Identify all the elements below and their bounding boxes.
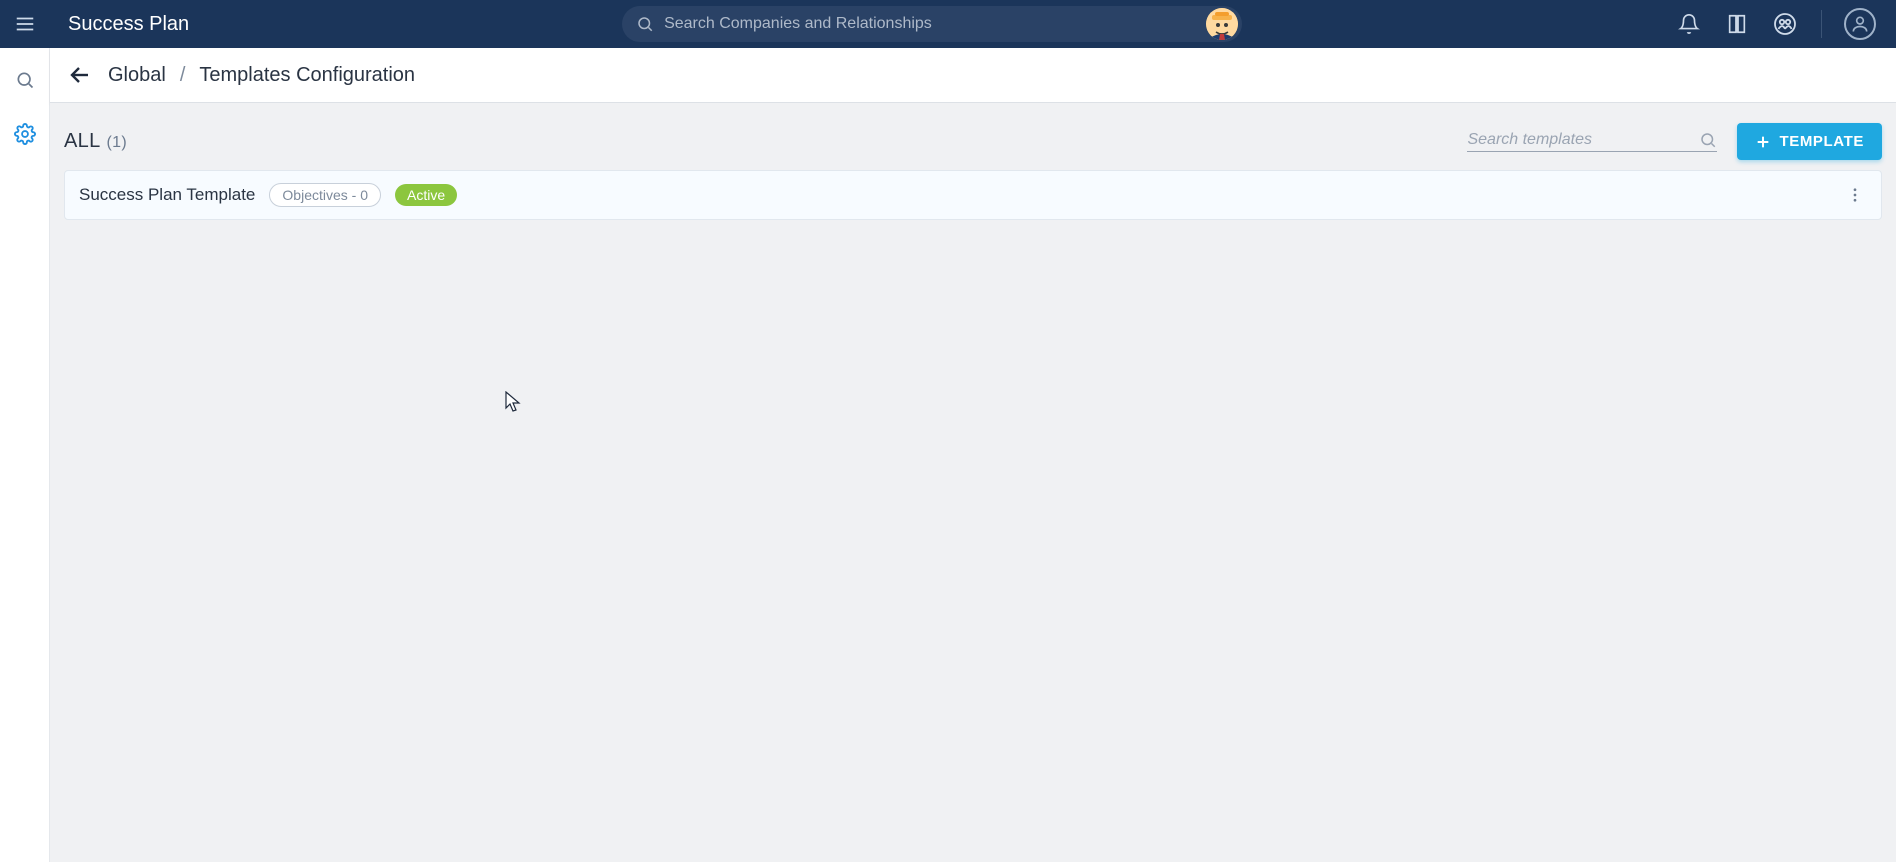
content-header: ALL (1) bbox=[64, 119, 1882, 170]
breadcrumb-root[interactable]: Global bbox=[108, 64, 166, 87]
user-menu-button[interactable] bbox=[1844, 8, 1876, 40]
app-title: Success Plan bbox=[68, 13, 189, 36]
main-area: Global / Templates Configuration ALL (1) bbox=[50, 48, 1896, 862]
bell-icon bbox=[1678, 13, 1700, 35]
add-template-label: TEMPLATE bbox=[1779, 133, 1864, 150]
global-search-input[interactable] bbox=[664, 15, 1228, 33]
people-icon bbox=[1773, 12, 1797, 36]
breadcrumb-bar: Global / Templates Configuration bbox=[50, 48, 1896, 103]
template-name: Success Plan Template bbox=[79, 185, 255, 205]
top-navbar: Success Plan bbox=[0, 0, 1896, 48]
cursor-icon bbox=[505, 391, 521, 413]
section-count: (1) bbox=[107, 134, 127, 152]
assistant-avatar[interactable] bbox=[1206, 8, 1238, 40]
row-actions-button[interactable] bbox=[1843, 183, 1867, 207]
breadcrumb-separator: / bbox=[180, 64, 186, 87]
gear-icon bbox=[14, 123, 36, 145]
hamburger-menu-button[interactable] bbox=[0, 0, 50, 48]
breadcrumb-current: Templates Configuration bbox=[199, 64, 415, 87]
section-title: ALL (1) bbox=[64, 130, 127, 153]
side-rail bbox=[0, 48, 50, 862]
template-list: Success Plan Template Objectives - 0 Act… bbox=[64, 170, 1882, 220]
notifications-button[interactable] bbox=[1675, 10, 1703, 38]
people-button[interactable] bbox=[1771, 10, 1799, 38]
docs-button[interactable] bbox=[1723, 10, 1751, 38]
objectives-badge: Objectives - 0 bbox=[269, 183, 381, 207]
user-icon bbox=[1850, 14, 1870, 34]
template-search-input[interactable] bbox=[1467, 131, 1691, 149]
assistant-avatar-icon bbox=[1206, 8, 1238, 40]
global-search[interactable] bbox=[622, 6, 1242, 42]
plus-icon bbox=[1755, 134, 1771, 150]
rail-search-button[interactable] bbox=[7, 62, 43, 98]
arrow-left-icon bbox=[68, 63, 92, 87]
kebab-icon bbox=[1846, 186, 1864, 204]
navbar-center bbox=[201, 6, 1663, 42]
status-badge: Active bbox=[395, 184, 457, 206]
navbar-right bbox=[1675, 8, 1884, 40]
nav-divider bbox=[1821, 10, 1822, 38]
hamburger-icon bbox=[14, 13, 36, 35]
search-icon bbox=[636, 15, 654, 33]
content-header-right: TEMPLATE bbox=[1467, 123, 1882, 160]
search-icon bbox=[1699, 131, 1717, 149]
template-search[interactable] bbox=[1467, 131, 1717, 152]
content-area: ALL (1) bbox=[50, 103, 1896, 862]
search-icon bbox=[15, 70, 35, 90]
add-template-button[interactable]: TEMPLATE bbox=[1737, 123, 1882, 160]
back-button[interactable] bbox=[66, 61, 94, 89]
app-shell: Global / Templates Configuration ALL (1) bbox=[0, 48, 1896, 862]
rail-settings-button[interactable] bbox=[7, 116, 43, 152]
book-icon bbox=[1726, 13, 1748, 35]
section-label: ALL bbox=[64, 130, 101, 153]
template-row[interactable]: Success Plan Template Objectives - 0 Act… bbox=[64, 170, 1882, 220]
